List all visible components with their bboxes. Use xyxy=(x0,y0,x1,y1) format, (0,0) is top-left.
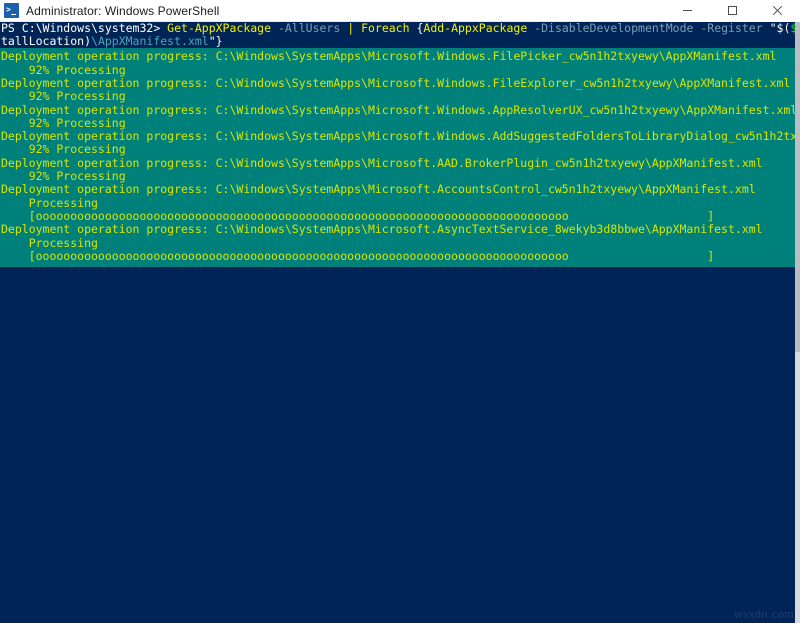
console-surface[interactable]: PS C:\Windows\system32> Get-AppXPackage … xyxy=(0,22,800,623)
output-line: Deployment operation progress: C:\Window… xyxy=(0,130,795,143)
output-line: 92% Processing xyxy=(0,90,795,103)
cmdlet-get-appxpackage: Get-AppXPackage xyxy=(167,22,271,35)
output-line: 92% Processing xyxy=(0,143,795,156)
close-icon xyxy=(772,5,783,16)
pipe-operator: | xyxy=(340,22,361,35)
scrollbar-thumb[interactable] xyxy=(795,22,800,352)
command-line-2: tallLocation)\AppXManifest.xml"} xyxy=(0,35,795,48)
quote-open: " xyxy=(763,22,777,35)
close-button[interactable] xyxy=(755,0,800,22)
output-line: Deployment operation progress: C:\Window… xyxy=(0,50,795,63)
console-scrollbar[interactable] xyxy=(795,22,800,623)
maximize-button[interactable] xyxy=(710,0,755,22)
output-line: Processing xyxy=(0,197,795,210)
minimize-button[interactable] xyxy=(665,0,710,22)
prompt-text: PS C:\Windows\system32> xyxy=(1,22,167,35)
cmdlet-add-appxpackage: Add-AppxPackage xyxy=(423,22,527,35)
window-title: Administrator: Windows PowerShell xyxy=(26,4,219,18)
console-content: PS C:\Windows\system32> Get-AppXPackage … xyxy=(0,22,795,623)
manifest-path: \AppXManifest.xml xyxy=(91,34,209,48)
maximize-icon xyxy=(727,5,738,16)
output-line: Deployment operation progress: C:\Window… xyxy=(0,104,795,117)
powershell-icon: > xyxy=(4,3,19,18)
window-titlebar[interactable]: > Administrator: Windows PowerShell xyxy=(0,0,800,22)
subexpression-open: $( xyxy=(777,22,791,35)
minimize-icon xyxy=(682,5,693,16)
powershell-icon-underscore xyxy=(11,14,16,16)
foreach-keyword: Foreach xyxy=(361,22,409,35)
progress-bar-line: [ooooooooooooooooooooooooooooooooooooooo… xyxy=(0,250,795,263)
param-allusers: -AllUsers xyxy=(271,22,340,35)
output-line: Deployment operation progress: C:\Window… xyxy=(0,223,795,236)
param-register: -Register xyxy=(693,22,762,35)
output-line: 92% Processing xyxy=(0,170,795,183)
window-controls xyxy=(665,0,800,22)
command-echo-block: PS C:\Windows\system32> Get-AppXPackage … xyxy=(0,22,795,48)
brace-open: { xyxy=(410,22,424,35)
output-line: Processing xyxy=(0,237,795,250)
param-disabledevelopmentmode: -DisableDevelopmentMode xyxy=(527,22,693,35)
output-line: Deployment operation progress: C:\Window… xyxy=(0,77,795,90)
command-tail: "} xyxy=(209,34,223,48)
powershell-icon-chevron: > xyxy=(6,6,13,13)
titlebar-left-group: > Administrator: Windows PowerShell xyxy=(0,3,219,18)
progress-bar-line: [ooooooooooooooooooooooooooooooooooooooo… xyxy=(0,210,795,223)
deployment-output-block: Deployment operation progress: C:\Window… xyxy=(0,48,795,267)
output-line: 92% Processing xyxy=(0,117,795,130)
watermark-text: wsxdn.com xyxy=(734,609,794,621)
output-line: 92% Processing xyxy=(0,64,795,77)
output-line: Deployment operation progress: C:\Window… xyxy=(0,157,795,170)
wrap-continuation: tallLocation) xyxy=(1,34,91,48)
output-line: Deployment operation progress: C:\Window… xyxy=(0,183,795,196)
powershell-window: > Administrator: Windows PowerShell xyxy=(0,0,800,623)
